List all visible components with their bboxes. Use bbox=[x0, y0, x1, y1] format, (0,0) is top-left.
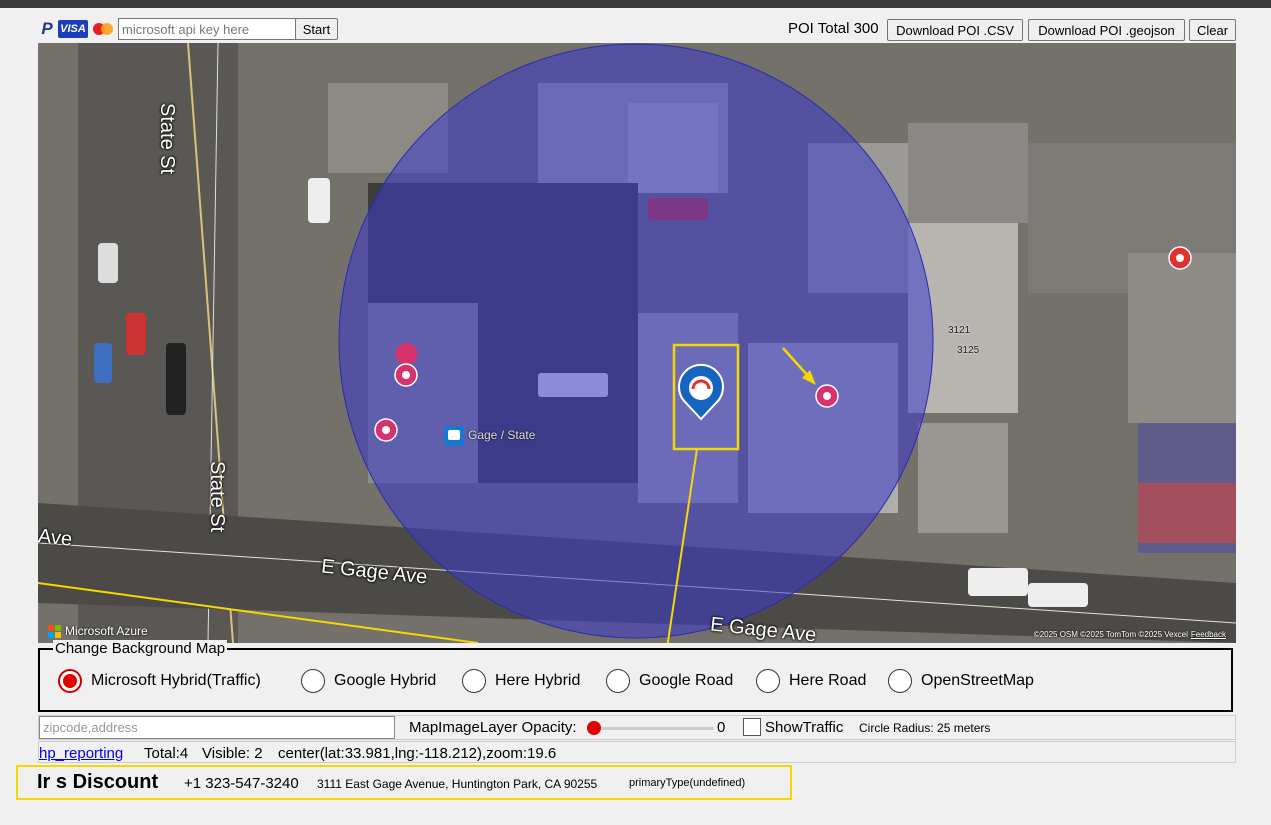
radio-button[interactable] bbox=[301, 669, 325, 693]
road-label-state-st: State St bbox=[156, 103, 178, 175]
total-count: Total:4 bbox=[144, 745, 189, 762]
feedback-link[interactable]: Feedback bbox=[1191, 630, 1226, 639]
radio-button[interactable] bbox=[58, 669, 82, 693]
selected-poi-info: Ir s Discount +1 323-547-3240 3111 East … bbox=[16, 765, 792, 800]
microsoft-logo-icon bbox=[48, 624, 61, 638]
clear-button[interactable]: Clear bbox=[1189, 19, 1236, 41]
radio-label: Microsoft Hybrid(Traffic) bbox=[91, 672, 261, 689]
radio-button[interactable] bbox=[462, 669, 486, 693]
opacity-value: 0 bbox=[717, 719, 726, 736]
radio-openstreetmap[interactable]: OpenStreetMap bbox=[888, 669, 1034, 693]
radio-button[interactable] bbox=[756, 669, 780, 693]
download-csv-button[interactable]: Download POI .CSV bbox=[887, 19, 1023, 41]
status-row: hp_reporting Total:4 Visible: 2 center(l… bbox=[38, 741, 1236, 763]
radio-button[interactable] bbox=[888, 669, 912, 693]
poi-marker[interactable] bbox=[815, 384, 839, 408]
radio-label: Google Hybrid bbox=[334, 672, 437, 689]
radio-here-hybrid[interactable]: Here Hybrid bbox=[462, 669, 580, 693]
show-traffic-checkbox[interactable] bbox=[743, 718, 761, 736]
satellite-imagery bbox=[38, 43, 1236, 643]
hp-reporting-link[interactable]: hp_reporting bbox=[39, 745, 123, 762]
azure-label: Microsoft Azure bbox=[65, 624, 148, 638]
radio-label: Here Hybrid bbox=[495, 672, 581, 689]
transit-label: Gage / State bbox=[468, 428, 536, 442]
radio-google-hybrid[interactable]: Google Hybrid bbox=[301, 669, 436, 693]
road-label-ave: Ave bbox=[38, 525, 74, 551]
poi-primary-type: primaryType(undefined) bbox=[629, 777, 746, 789]
poi-total: POI Total 300 bbox=[788, 20, 879, 37]
opacity-slider-track[interactable] bbox=[587, 727, 714, 730]
background-map-legend: Change Background Map bbox=[53, 640, 228, 657]
poi-phone: +1 323-547-3240 bbox=[184, 775, 299, 792]
visible-count: Visible: 2 bbox=[202, 745, 263, 762]
radio-label: OpenStreetMap bbox=[921, 672, 1034, 689]
opacity-slider-thumb[interactable] bbox=[587, 721, 601, 735]
attribution-text: ©2025 OSM ©2025 TomTom ©2025 Vexcel bbox=[1033, 630, 1188, 639]
map-attribution: ©2025 OSM ©2025 TomTom ©2025 Vexcel Feedb… bbox=[1034, 630, 1226, 639]
radio-label: Google Road bbox=[639, 672, 734, 689]
circle-radius-label: Circle Radius: 25 meters bbox=[859, 721, 991, 735]
radio-google-road[interactable]: Google Road bbox=[606, 669, 733, 693]
controls-row: MapImageLayer Opacity: 0 ShowTraffic Cir… bbox=[38, 715, 1236, 740]
road-label-state-st: State St bbox=[206, 461, 228, 533]
poi-name: Ir s Discount bbox=[37, 771, 159, 793]
background-map-fieldset: Change Background Map Microsoft Hybrid(T… bbox=[38, 640, 1233, 712]
map-center-readout: center(lat:33.981,lng:-118.212),zoom:19.… bbox=[278, 745, 557, 762]
poi-marker[interactable] bbox=[374, 418, 398, 442]
radio-microsoft-hybrid[interactable]: Microsoft Hybrid(Traffic) bbox=[58, 669, 261, 693]
api-key-input[interactable] bbox=[118, 18, 300, 40]
radio-label: Here Road bbox=[789, 672, 867, 689]
paypal-icon: P bbox=[41, 19, 53, 38]
address-number: 3125 bbox=[957, 345, 980, 356]
address-number: 3121 bbox=[948, 325, 971, 336]
opacity-label: MapImageLayer Opacity: bbox=[409, 719, 577, 736]
poi-address: 3111 East Gage Avenue, Huntington Park, … bbox=[317, 777, 598, 791]
radio-button[interactable] bbox=[606, 669, 630, 693]
poi-marker[interactable] bbox=[1168, 246, 1192, 270]
start-button[interactable]: Start bbox=[295, 18, 338, 40]
show-traffic-label: ShowTraffic bbox=[765, 719, 844, 736]
map-canvas[interactable]: State St State St E Gage Ave E Gage Ave … bbox=[38, 43, 1236, 643]
toolbar: P VISA Start POI Total 300 Download POI … bbox=[38, 17, 1236, 42]
radio-here-road[interactable]: Here Road bbox=[756, 669, 866, 693]
microsoft-azure-logo: Microsoft Azure bbox=[48, 624, 148, 638]
mastercard-icon bbox=[92, 19, 114, 39]
window-top-strip bbox=[0, 0, 1271, 8]
address-search-input[interactable] bbox=[39, 716, 395, 739]
visa-icon: VISA bbox=[58, 20, 88, 38]
download-geojson-button[interactable]: Download POI .geojson bbox=[1028, 19, 1185, 41]
